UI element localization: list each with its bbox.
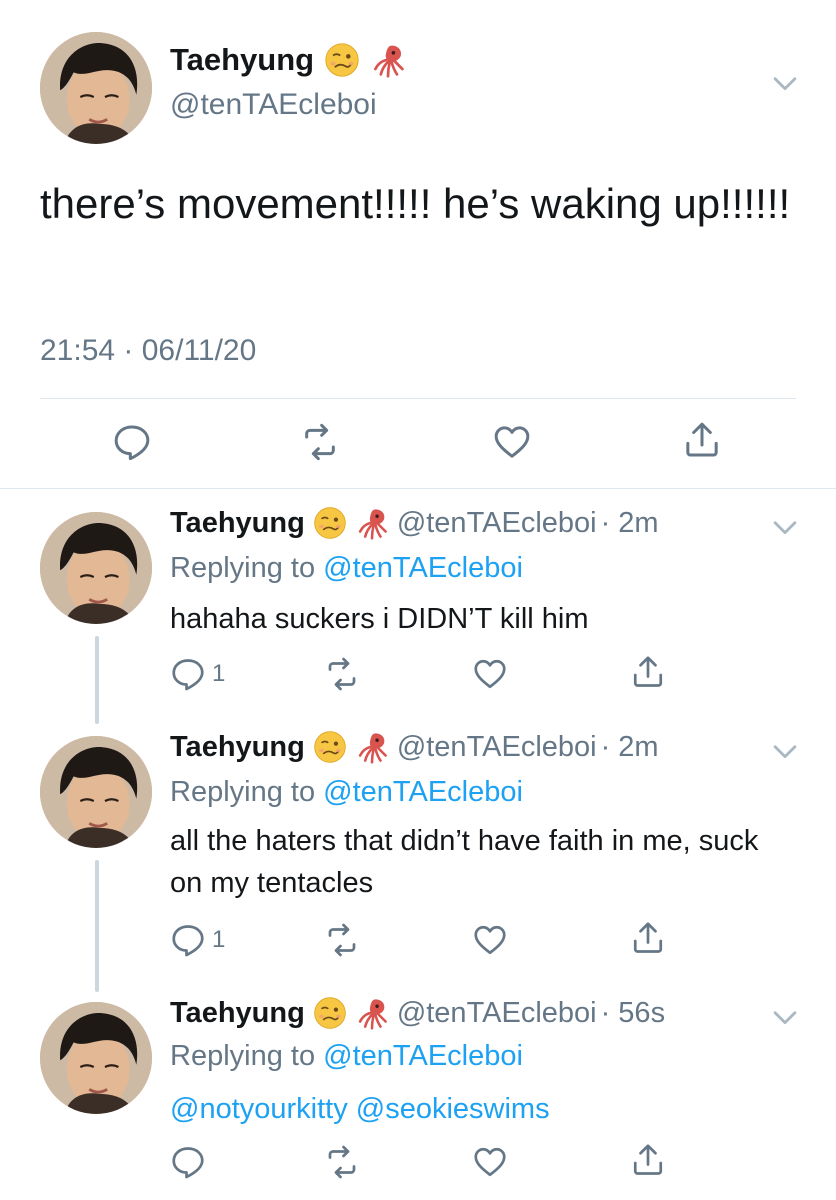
avatar-image: [40, 1002, 152, 1114]
main-display-name[interactable]: Taehyung: [170, 42, 406, 78]
like-button[interactable]: [472, 922, 508, 958]
replying-to-label: Replying to: [170, 1040, 324, 1072]
retweet-icon: [300, 422, 340, 462]
squid-icon: [370, 42, 406, 78]
woozy-face-icon: [324, 42, 360, 78]
replying-to: Replying to @tenTAEcleboi: [170, 776, 523, 809]
replying-to-link[interactable]: @tenTAEcleboi: [323, 776, 523, 808]
chevron-down-icon[interactable]: [768, 510, 802, 544]
squid-icon: [355, 996, 389, 1030]
main-handle[interactable]: @tenTAEcleboi: [170, 88, 377, 122]
like-button[interactable]: [472, 1144, 508, 1180]
share-button[interactable]: [630, 920, 666, 956]
heart-icon: [492, 422, 532, 462]
chevron-down-icon[interactable]: [768, 734, 802, 768]
reply-icon: [170, 1144, 206, 1180]
woozy-face-icon: [313, 506, 347, 540]
retweet-button[interactable]: [324, 656, 360, 692]
chevron-down-icon[interactable]: [768, 1000, 802, 1034]
woozy-face-icon: [313, 730, 347, 764]
replying-to-link[interactable]: @tenTAEcleboi: [323, 552, 523, 584]
reply-button[interactable]: [112, 422, 152, 462]
display-name-text[interactable]: Taehyung: [170, 507, 305, 540]
share-icon: [630, 1142, 666, 1178]
reply-button[interactable]: [170, 1144, 212, 1180]
heart-icon: [472, 1144, 508, 1180]
avatar[interactable]: [40, 32, 152, 144]
reply-header: Taehyung @tenTAEcleboi · 56s: [170, 996, 665, 1030]
reply-count: 1: [212, 660, 226, 687]
squid-icon: [355, 730, 389, 764]
display-name-text: Taehyung: [170, 42, 315, 77]
tweet-timestamp[interactable]: 21:54 · 06/11/20: [40, 334, 256, 368]
squid-icon: [355, 506, 389, 540]
share-button[interactable]: [682, 420, 722, 460]
replying-to: Replying to @tenTAEcleboi: [170, 1040, 523, 1073]
display-name-text[interactable]: Taehyung: [170, 997, 305, 1030]
reply-icon: [112, 422, 152, 462]
reply-time[interactable]: · 56s: [601, 997, 665, 1030]
share-icon: [630, 920, 666, 956]
mention-links[interactable]: @notyourkitty @seokieswims: [170, 1093, 550, 1125]
display-name-text[interactable]: Taehyung: [170, 731, 305, 764]
divider: [0, 488, 836, 489]
tweet-text: there’s movement!!!!! he’s waking up!!!!…: [40, 180, 791, 227]
reply-handle[interactable]: @tenTAEcleboi: [397, 997, 597, 1030]
like-button[interactable]: [472, 656, 508, 692]
avatar-image: [40, 512, 152, 624]
heart-icon: [472, 922, 508, 958]
share-icon: [630, 654, 666, 690]
share-button[interactable]: [630, 654, 666, 690]
replying-to-label: Replying to: [170, 776, 324, 808]
reply-handle[interactable]: @tenTAEcleboi: [397, 507, 597, 540]
retweet-button[interactable]: [324, 1144, 360, 1180]
avatar-image: [40, 736, 152, 848]
divider: [40, 398, 796, 399]
reply-button[interactable]: 1: [170, 656, 225, 692]
retweet-icon: [324, 656, 360, 692]
avatar[interactable]: [40, 1002, 152, 1114]
retweet-button[interactable]: [300, 422, 340, 462]
reply-header: Taehyung @tenTAEcleboi · 2m: [170, 506, 659, 540]
retweet-button[interactable]: [324, 922, 360, 958]
avatar[interactable]: [40, 736, 152, 848]
reply-icon: [170, 656, 206, 692]
share-icon: [682, 420, 722, 460]
reply-count: 1: [212, 926, 226, 953]
thread-line: [95, 636, 99, 724]
retweet-icon: [324, 1144, 360, 1180]
reply-button[interactable]: 1: [170, 922, 225, 958]
reply-header: Taehyung @tenTAEcleboi · 2m: [170, 730, 659, 764]
reply-handle[interactable]: @tenTAEcleboi: [397, 731, 597, 764]
reply-text: all the haters that didn’t have faith in…: [170, 825, 759, 899]
reply-mentions: @notyourkitty @seokieswims: [170, 1088, 790, 1130]
reply-text: hahaha suckers i DIDN’T kill him: [170, 603, 589, 635]
avatar-image: [40, 32, 152, 144]
woozy-face-icon: [313, 996, 347, 1030]
like-button[interactable]: [492, 422, 532, 462]
replying-to-link[interactable]: @tenTAEcleboi: [323, 1040, 523, 1072]
replying-to-label: Replying to: [170, 552, 324, 584]
replying-to: Replying to @tenTAEcleboi: [170, 552, 523, 585]
chevron-down-icon[interactable]: [768, 66, 802, 100]
heart-icon: [472, 656, 508, 692]
reply-icon: [170, 922, 206, 958]
avatar[interactable]: [40, 512, 152, 624]
reply-time[interactable]: · 2m: [601, 507, 659, 540]
retweet-icon: [324, 922, 360, 958]
thread-line: [95, 860, 99, 992]
reply-time[interactable]: · 2m: [601, 731, 659, 764]
share-button[interactable]: [630, 1142, 666, 1178]
